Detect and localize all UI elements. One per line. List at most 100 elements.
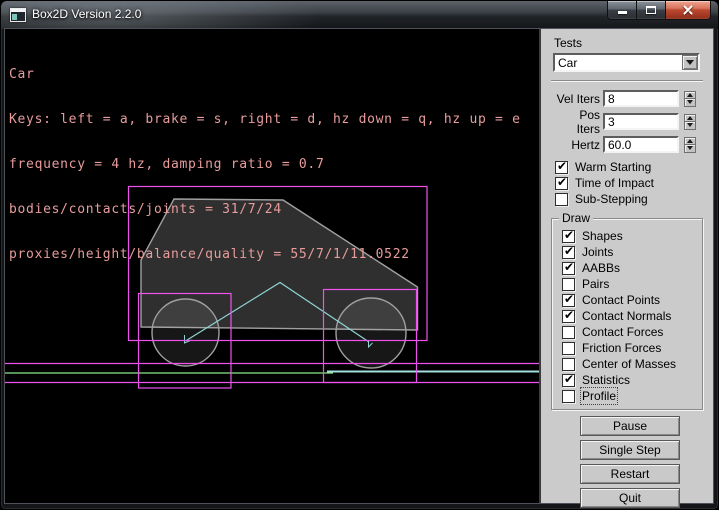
checkbox-label: Time of Impact — [575, 176, 654, 190]
checkbox-label: Pairs — [582, 277, 609, 291]
tests-label: Tests — [554, 36, 713, 50]
vel-iters-row: Vel Iters — [553, 90, 713, 107]
dropdown-arrow-icon — [686, 60, 694, 65]
vel-iters-input[interactable] — [603, 90, 679, 107]
check-icon: ✔ — [564, 260, 574, 274]
checkbox-label: Joints — [582, 245, 613, 259]
pos-iters-input[interactable] — [603, 113, 679, 130]
window-title: Box2D Version 2.2.0 — [32, 7, 141, 21]
spinner-up-icon[interactable] — [684, 137, 696, 145]
checkbox-box: ✔ — [562, 262, 575, 275]
quit-button[interactable]: Quit — [580, 488, 680, 508]
checkbox-label: AABBs — [582, 261, 620, 275]
checkbox-joints[interactable]: ✔ Joints — [562, 244, 702, 260]
check-icon: ✔ — [564, 228, 574, 242]
checkbox-label: Contact Forces — [582, 325, 663, 339]
checkbox-label: Warm Starting — [575, 160, 651, 174]
checkbox-label: Profile — [582, 389, 616, 403]
checkbox-label: Friction Forces — [582, 341, 661, 355]
hertz-input[interactable] — [603, 136, 679, 153]
checkbox-sub-stepping[interactable]: Sub-Stepping — [555, 191, 713, 207]
check-icon: ✔ — [557, 175, 567, 189]
hud-line-keys: Keys: left = a, brake = s, right = d, hz… — [9, 112, 521, 127]
action-buttons: Pause Single Step Restart Quit — [580, 416, 713, 508]
check-icon: ✔ — [557, 159, 567, 173]
hud-line-bodies: bodies/contacts/joints = 31/7/24 — [9, 202, 521, 217]
checkbox-pairs[interactable]: Pairs — [562, 276, 702, 292]
checkbox-time-of-impact[interactable]: ✔ Time of Impact — [555, 175, 713, 191]
vel-iters-label: Vel Iters — [553, 92, 603, 106]
spinner-up-icon[interactable] — [684, 114, 696, 122]
checkbox-box — [555, 193, 568, 206]
checkbox-label: Sub-Stepping — [575, 192, 648, 206]
checkbox-box: ✔ — [562, 294, 575, 307]
checkbox-contact-normals[interactable]: ✔ Contact Normals — [562, 308, 702, 324]
hertz-label: Hertz — [553, 138, 603, 152]
pos-iters-row: Pos Iters — [553, 113, 713, 130]
pos-iters-label: Pos Iters — [553, 108, 603, 136]
hud-line-freq: frequency = 4 hz, damping ratio = 0.7 — [9, 157, 521, 172]
window-controls — [607, 1, 711, 20]
maximize-icon — [646, 6, 656, 14]
checkbox-box: ✔ — [562, 310, 575, 323]
checkbox-contact-forces[interactable]: Contact Forces — [562, 324, 702, 340]
checkbox-warm-starting[interactable]: ✔ Warm Starting — [555, 159, 713, 175]
spinner-up-icon[interactable] — [684, 91, 696, 99]
tests-dropdown[interactable]: Car — [553, 53, 700, 72]
check-icon: ✔ — [564, 308, 574, 322]
checkbox-label: Shapes — [582, 229, 623, 243]
gl-canvas[interactable]: Car Keys: left = a, brake = s, right = d… — [5, 29, 541, 503]
titlebar[interactable]: Box2D Version 2.2.0 — [1, 1, 718, 29]
hertz-row: Hertz — [553, 136, 713, 153]
checkbox-label: Statistics — [582, 373, 630, 387]
hud-line-title: Car — [9, 67, 521, 82]
vel-iters-stepper — [684, 91, 696, 107]
pos-iters-stepper — [684, 114, 696, 130]
hertz-stepper — [684, 137, 696, 153]
check-icon: ✔ — [564, 244, 574, 258]
separator — [551, 80, 703, 82]
checkbox-box — [562, 390, 575, 403]
checkbox-box: ✔ — [555, 177, 568, 190]
pause-button[interactable]: Pause — [580, 416, 680, 436]
checkbox-friction-forces[interactable]: Friction Forces — [562, 340, 702, 356]
checkbox-box — [562, 326, 575, 339]
checkbox-aabbs[interactable]: ✔ AABBs — [562, 260, 702, 276]
checkbox-label: Center of Masses — [582, 357, 676, 371]
close-button[interactable] — [665, 1, 711, 20]
draw-group-title: Draw — [559, 211, 593, 225]
app-icon — [10, 8, 26, 22]
checkbox-statistics[interactable]: ✔ Statistics — [562, 372, 702, 388]
check-icon: ✔ — [564, 292, 574, 306]
checkbox-contact-points[interactable]: ✔ Contact Points — [562, 292, 702, 308]
minimize-icon — [618, 11, 627, 14]
hud-text: Car Keys: left = a, brake = s, right = d… — [9, 37, 521, 292]
rear-wheel — [152, 299, 219, 366]
single-step-button[interactable]: Single Step — [580, 440, 680, 460]
checkbox-box: ✔ — [555, 161, 568, 174]
client-area: Car Keys: left = a, brake = s, right = d… — [5, 29, 713, 503]
spinner-down-icon[interactable] — [684, 145, 696, 153]
checkbox-center-of-masses[interactable]: Center of Masses — [562, 356, 702, 372]
checkbox-box: ✔ — [562, 374, 575, 387]
checkbox-label: Contact Points — [582, 293, 660, 307]
spinner-down-icon[interactable] — [684, 99, 696, 107]
tests-selected-value: Car — [555, 56, 577, 70]
chevron-down-icon[interactable] — [682, 55, 698, 70]
checkbox-box — [562, 278, 575, 291]
minimize-button[interactable] — [607, 1, 637, 20]
front-wheel — [336, 298, 406, 368]
control-panel: Tests Car Vel Iters Pos Iters — [541, 29, 713, 503]
check-icon: ✔ — [564, 372, 574, 386]
app-window: Box2D Version 2.2.0 Car Keys: left = a, … — [0, 0, 719, 510]
maximize-button[interactable] — [637, 1, 665, 20]
checkbox-profile[interactable]: Profile — [562, 388, 702, 404]
draw-group: Draw ✔ Shapes ✔ Joints ✔ AABBs Pairs — [551, 218, 703, 410]
hud-line-proxies: proxies/height/balance/quality = 55/7/1/… — [9, 247, 521, 262]
spinner-down-icon[interactable] — [684, 122, 696, 130]
checkbox-box: ✔ — [562, 246, 575, 259]
checkbox-label: Contact Normals — [582, 309, 671, 323]
checkbox-box — [562, 342, 575, 355]
checkbox-shapes[interactable]: ✔ Shapes — [562, 228, 702, 244]
restart-button[interactable]: Restart — [580, 464, 680, 484]
